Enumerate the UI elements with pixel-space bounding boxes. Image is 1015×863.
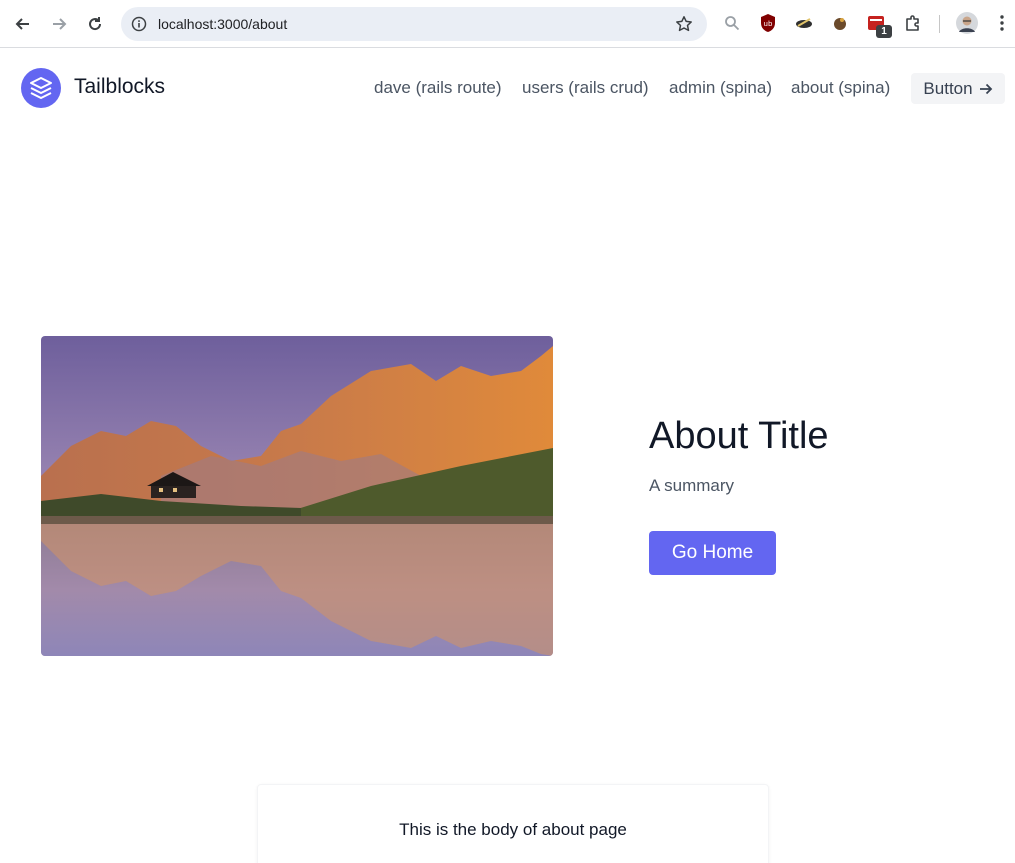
star-icon[interactable] <box>675 15 693 33</box>
header-button[interactable]: Button <box>911 73 1005 104</box>
nav-link-dave[interactable]: dave (rails route) <box>374 78 502 98</box>
site-header: Tailblocks dave (rails route) users (rai… <box>0 48 1015 128</box>
search-icon[interactable] <box>722 13 742 33</box>
header-button-label: Button <box>923 78 973 98</box>
page-summary: A summary <box>649 476 735 495</box>
logo-icon[interactable] <box>21 68 61 108</box>
puzzle-icon[interactable] <box>903 13 923 33</box>
body-text: This is the body of about page <box>399 820 627 839</box>
nav-link-users[interactable]: users (rails crud) <box>522 78 649 98</box>
body-card: This is the body of about page <box>257 784 769 863</box>
brand-name[interactable]: Tailblocks <box>74 75 165 99</box>
info-icon[interactable] <box>131 16 147 32</box>
profile-avatar[interactable] <box>956 12 978 34</box>
arrow-right-icon <box>979 83 992 94</box>
ublock-icon[interactable]: ub <box>758 13 778 33</box>
address-bar[interactable]: localhost:3000/about <box>121 7 707 41</box>
reload-icon[interactable] <box>83 12 107 36</box>
go-home-button[interactable]: Go Home <box>649 531 776 575</box>
page-title: About Title <box>649 415 829 457</box>
toolbar-separator <box>939 15 940 33</box>
url-text[interactable]: localhost:3000/about <box>158 16 287 32</box>
back-icon[interactable] <box>11 12 35 36</box>
forward-icon[interactable] <box>47 12 71 36</box>
kebab-menu-icon[interactable] <box>992 13 1012 33</box>
browser-toolbar: localhost:3000/about ub 1 <box>0 0 1015 48</box>
nav-link-admin[interactable]: admin (spina) <box>669 78 772 98</box>
extension-badge: 1 <box>876 25 892 38</box>
svg-text:ub: ub <box>764 20 773 28</box>
extension-icon[interactable] <box>830 13 850 33</box>
nav-link-about[interactable]: about (spina) <box>791 78 890 98</box>
extension-icon[interactable] <box>794 13 814 33</box>
hero-image <box>41 336 553 656</box>
